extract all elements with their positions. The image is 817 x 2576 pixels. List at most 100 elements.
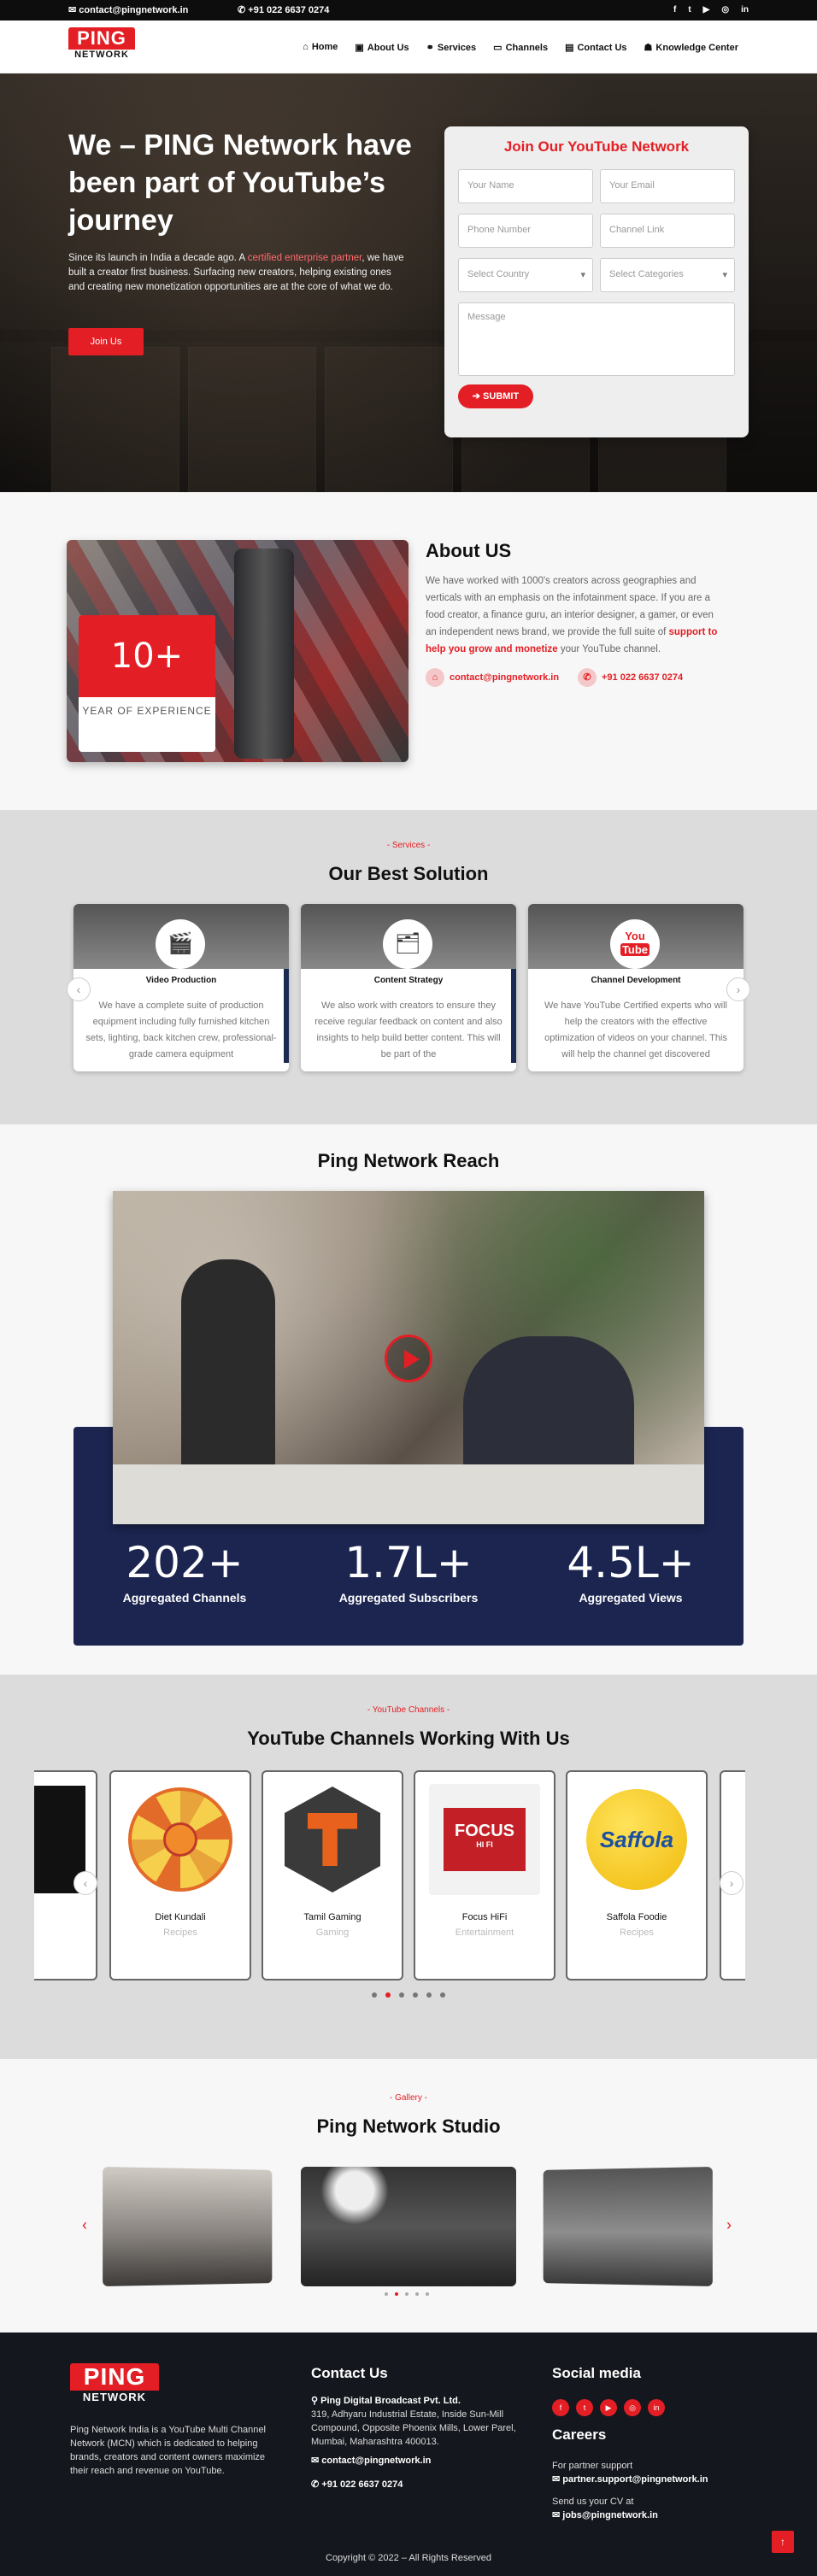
- channel-card[interactable]: Diet Kundali Recipes: [109, 1770, 251, 1980]
- section-title: Our Best Solution: [328, 863, 489, 884]
- gallery-next-icon[interactable]: ›: [726, 2216, 732, 2234]
- about-email-text: contact@pingnetwork.in: [450, 672, 560, 683]
- pagination-dot[interactable]: [405, 2292, 408, 2296]
- message-field[interactable]: Message: [458, 302, 735, 376]
- tamil-gaming-logo: [277, 1784, 388, 1895]
- id-card-icon: ▣: [355, 43, 364, 53]
- channel-link-field[interactable]: Channel Link: [600, 214, 735, 248]
- pagination-dot[interactable]: [385, 2292, 388, 2296]
- about-phone[interactable]: ✆ +91 022 6637 0274: [578, 668, 683, 687]
- twitter-icon[interactable]: t: [576, 2399, 593, 2416]
- home-icon: ⌂: [426, 668, 444, 687]
- facebook-icon[interactable]: f: [673, 5, 676, 15]
- channel-card[interactable]: Tamil Gaming Gaming: [262, 1770, 403, 1980]
- home-icon: ⌂: [303, 42, 309, 52]
- instagram-icon[interactable]: ◎: [721, 5, 729, 15]
- section-tag: - YouTube Channels -: [367, 1705, 450, 1715]
- linkedin-icon[interactable]: in: [741, 5, 749, 15]
- channel-name: Diet Kundali: [155, 1912, 206, 1922]
- experience-label: YEAR OF EXPERIENCE: [82, 705, 212, 717]
- submit-button[interactable]: ➔ SUBMIT: [458, 384, 533, 408]
- instagram-icon[interactable]: ◎: [624, 2399, 641, 2416]
- channel-card[interactable]: Saffola Saffola Foodie Recipes: [566, 1770, 708, 1980]
- about-phone-text: +91 022 6637 0274: [602, 672, 684, 683]
- solution-card[interactable]: 🗂 Content Strategy We also work with cre…: [301, 904, 516, 1071]
- name-field[interactable]: Your Name: [458, 169, 593, 203]
- country-select[interactable]: Select Country: [458, 258, 593, 292]
- card-text: We have YouTube Certified experts who wi…: [544, 1000, 727, 1059]
- scroll-to-top-button[interactable]: ↑: [772, 2531, 794, 2553]
- stat-value: 202+: [126, 1538, 244, 1587]
- footer-logo[interactable]: PING NETWORK: [70, 2363, 159, 2403]
- envelope-icon: ✉: [552, 2510, 563, 2520]
- solution-card[interactable]: 🎬 Video Production We have a complete su…: [73, 904, 289, 1071]
- category-select[interactable]: Select Categories: [600, 258, 735, 292]
- pagination-dot[interactable]: [440, 1992, 445, 1998]
- nav-item-home[interactable]: ⌂ Home: [303, 42, 338, 53]
- twitter-icon[interactable]: t: [688, 5, 691, 15]
- solution-card[interactable]: You Tube Channel Development We have YouT…: [528, 904, 744, 1071]
- partner-support-email[interactable]: ✉ partner.support@pingnetwork.in: [552, 2473, 708, 2486]
- play-icon[interactable]: [385, 1335, 432, 1382]
- topbar-phone[interactable]: ✆ +91 022 6637 0274: [238, 4, 329, 15]
- nav-item-services[interactable]: ⚭ Services: [426, 42, 476, 53]
- phone-field[interactable]: Phone Number: [458, 214, 593, 248]
- pagination-dot[interactable]: [372, 1992, 377, 1998]
- linkedin-icon[interactable]: in: [648, 2399, 665, 2416]
- pagination-dot[interactable]: [426, 2292, 429, 2296]
- pagination-dot-active[interactable]: [385, 1992, 391, 1998]
- gallery-prev-icon[interactable]: ‹: [82, 2216, 87, 2234]
- pagination-dot[interactable]: [413, 1992, 418, 1998]
- gallery-image[interactable]: [301, 2167, 516, 2286]
- nav-item-channels[interactable]: ▭ Channels: [493, 42, 548, 53]
- youtube-icon[interactable]: ▶: [703, 5, 710, 15]
- monitor-icon: ▭: [493, 43, 503, 53]
- copyright-text: Copyright © 2022 – All Rights Reserved: [326, 2553, 491, 2563]
- join-us-button[interactable]: Join Us: [68, 328, 144, 355]
- solutions-section: - Services - Our Best Solution 🎬 Video P…: [0, 810, 817, 1124]
- channels-prev-button[interactable]: ‹: [73, 1871, 97, 1895]
- carousel-prev-button[interactable]: ‹: [67, 977, 91, 1001]
- nav-item-about[interactable]: ▣ About Us: [355, 42, 408, 53]
- address-card-icon: ▤: [565, 43, 574, 53]
- arrow-right-icon: ➔: [472, 391, 484, 402]
- channel-category: Recipes: [620, 1928, 654, 1938]
- ping-network-logo[interactable]: PING NETWORK: [68, 27, 135, 65]
- pagination-dot-active[interactable]: [395, 2292, 398, 2296]
- diet-kundali-logo: [125, 1784, 236, 1895]
- footer: PING NETWORK Ping Network India is a You…: [0, 2332, 817, 2576]
- youtube-logo-icon: You Tube: [610, 919, 660, 969]
- about-section: 10+ YEAR OF EXPERIENCE About US We have …: [0, 492, 817, 810]
- nav-label: Channels: [505, 43, 549, 53]
- experience-badge: 10+ YEAR OF EXPERIENCE: [79, 615, 215, 752]
- pagination-dot[interactable]: [426, 1992, 432, 1998]
- topbar-phone-text: +91 022 6637 0274: [248, 5, 330, 15]
- footer-phone[interactable]: ✆ +91 022 6637 0274: [311, 2478, 403, 2491]
- carousel-next-button[interactable]: ›: [726, 977, 750, 1001]
- pagination-dot[interactable]: [399, 1992, 404, 1998]
- submit-label: SUBMIT: [483, 391, 520, 402]
- facebook-icon[interactable]: f: [552, 2399, 569, 2416]
- channel-card[interactable]: FOCUS HI FI Focus HiFi Entertainment: [414, 1770, 555, 1980]
- focus-logo-text: FOCUS: [455, 1822, 514, 1840]
- pagination-dot[interactable]: [415, 2292, 419, 2296]
- content-strategy-icon: 🗂: [383, 919, 432, 969]
- video-player[interactable]: [113, 1191, 704, 1524]
- nav-item-knowledge[interactable]: ☗ Knowledge Center: [644, 42, 738, 53]
- careers-email-text: jobs@pingnetwork.in: [562, 2510, 658, 2520]
- footer-email[interactable]: ✉ contact@pingnetwork.in: [311, 2454, 431, 2467]
- gallery-pagination: [385, 2292, 429, 2296]
- saffola-logo-text: Saffola: [586, 1789, 687, 1890]
- careers-email[interactable]: ✉ jobs@pingnetwork.in: [552, 2509, 658, 2522]
- youtube-icon[interactable]: ▶: [600, 2399, 617, 2416]
- email-field[interactable]: Your Email: [600, 169, 735, 203]
- nav-item-contact[interactable]: ▤ Contact Us: [565, 42, 626, 53]
- card-title: Content Strategy: [373, 976, 444, 985]
- topbar-email[interactable]: ✉ contact@pingnetwork.in: [68, 4, 188, 15]
- channels-next-button[interactable]: ›: [720, 1871, 744, 1895]
- footer-phone-text: +91 022 6637 0274: [321, 2479, 403, 2490]
- about-email[interactable]: ⌂ contact@pingnetwork.in: [426, 668, 559, 687]
- gallery-image[interactable]: [103, 2167, 273, 2286]
- gallery-image[interactable]: [543, 2167, 713, 2286]
- nav-label: Services: [437, 43, 477, 53]
